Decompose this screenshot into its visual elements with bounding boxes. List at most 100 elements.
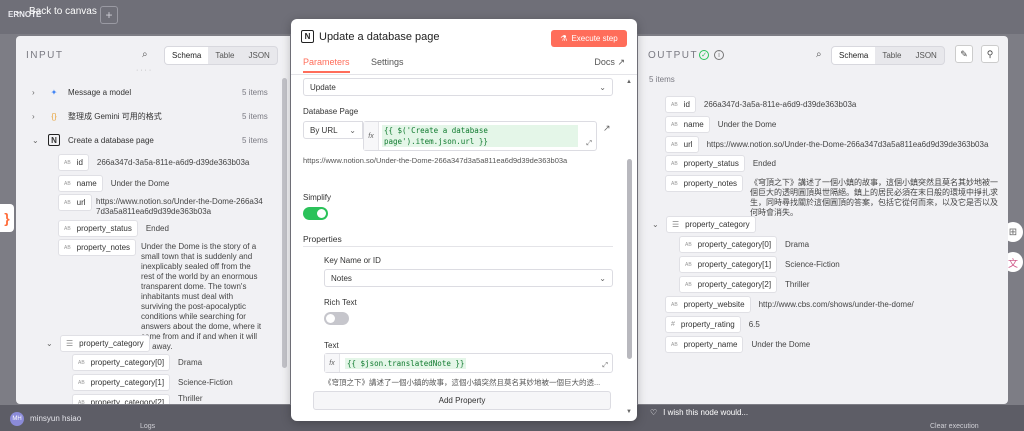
by-url-select[interactable]: By URL ⌄ xyxy=(303,121,363,139)
expression-code: {{ $('Create a database page').item.json… xyxy=(382,125,578,147)
schema-field-category-0[interactable]: AB property_category[0] Drama xyxy=(72,354,202,371)
modal-title[interactable]: Update a database page xyxy=(319,31,440,43)
pin-data-button[interactable]: ⚲ xyxy=(981,45,999,63)
operation-select[interactable]: Update ⌄ xyxy=(303,78,613,96)
docs-label: Docs xyxy=(594,57,615,67)
schema-field-category-2[interactable]: AB property_category[2] Thriller xyxy=(679,276,810,293)
info-icon[interactable]: i xyxy=(714,50,724,60)
field-key: property_notes xyxy=(683,179,738,188)
node-row-format[interactable]: › {} 整理成 Gemini 可用的格式 xyxy=(32,110,162,122)
execute-step-button[interactable]: ⚗ Execute step xyxy=(551,30,627,47)
node-row-message-model[interactable]: › ✦ Message a model xyxy=(32,86,131,98)
clear-execution-link[interactable]: Clear execution xyxy=(930,423,979,430)
key-name-value: Notes xyxy=(331,273,352,283)
node-count: 5 items xyxy=(242,112,268,121)
input-scrollbar[interactable] xyxy=(282,78,287,368)
avatar[interactable]: MH xyxy=(10,412,24,426)
schema-field-category-1[interactable]: AB property_category[1] Science-Fiction xyxy=(72,374,233,391)
field-key: name xyxy=(683,120,704,129)
pin-icon: ⚲ xyxy=(986,48,994,59)
field-key: property_website xyxy=(683,300,745,309)
modal-scrollbar[interactable]: ▲ ▼ xyxy=(626,79,632,419)
schema-field-notes[interactable]: AB property_notes xyxy=(665,175,744,192)
edit-output-button[interactable]: ✎ xyxy=(955,45,973,63)
field-key: property_notes xyxy=(76,243,131,252)
tab-table[interactable]: Table xyxy=(875,47,908,64)
schema-field-property-name[interactable]: AB property_name Under the Dome xyxy=(665,336,810,353)
schema-field-website[interactable]: AB property_website http://www.cbs.com/sh… xyxy=(665,296,914,313)
field-value: Drama xyxy=(785,240,810,249)
tab-json[interactable]: JSON xyxy=(241,47,276,64)
pencil-icon: ✎ xyxy=(960,48,968,59)
field-value: Under the Dome xyxy=(717,120,777,129)
operation-value: Update xyxy=(310,82,336,92)
field-value: 266a347d-3a5a-811e-a6d9-d39de363b03a xyxy=(703,100,857,109)
logs-label[interactable]: Logs xyxy=(140,423,155,430)
tab-schema[interactable]: Schema xyxy=(165,47,209,64)
search-icon[interactable]: ⌕ xyxy=(142,49,148,60)
feedback-link[interactable]: ♡ I wish this node would... xyxy=(650,408,748,417)
string-type-icon: AB xyxy=(64,159,71,166)
properties-label: Properties xyxy=(303,234,342,244)
database-page-expression[interactable]: fx {{ $('Create a database page').item.j… xyxy=(363,121,597,151)
schema-field-category-0[interactable]: AB property_category[0] Drama xyxy=(679,236,809,253)
curly-brace-icon: } xyxy=(4,210,10,226)
expand-icon[interactable]: ⤢ xyxy=(602,362,608,370)
field-key: property_category[2] xyxy=(697,280,772,289)
node-label: Message a model xyxy=(68,87,132,97)
simplify-toggle[interactable] xyxy=(303,207,328,220)
node-settings-modal: N Update a database page ⚗ Execute step … xyxy=(291,19,637,421)
tab-parameters[interactable]: Parameters xyxy=(303,57,350,73)
field-value: https://www.notion.so/Under-the-Dome-266… xyxy=(706,140,989,149)
translate-icon: 文 xyxy=(1008,258,1018,270)
expression-preview: https://www.notion.so/Under-the-Dome-266… xyxy=(303,156,568,165)
fx-icon: fx xyxy=(325,354,340,372)
docs-link[interactable]: Docs ↗ xyxy=(594,57,625,68)
back-to-canvas-link[interactable]: ← Back to canvas xyxy=(14,6,97,17)
add-tab-button[interactable]: + xyxy=(100,6,118,24)
schema-field-name[interactable]: AB name Under the Dome xyxy=(58,175,169,192)
schema-field-category[interactable]: ⌄ ☰ property_category xyxy=(652,216,756,233)
add-property-button[interactable]: Add Property xyxy=(313,391,611,410)
schema-field-category-2[interactable]: AB property_category[2] Thriller xyxy=(72,394,203,404)
schema-field-status[interactable]: AB property_status Ended xyxy=(58,220,169,237)
input-view-tabs: Schema Table JSON xyxy=(164,46,278,65)
schema-field-category[interactable]: ⌄ ☰ property_category xyxy=(46,335,150,352)
open-link-icon[interactable]: ↗ xyxy=(603,123,611,134)
tab-table[interactable]: Table xyxy=(208,47,241,64)
string-type-icon: AB xyxy=(671,101,678,108)
expression-toggle-button[interactable]: } xyxy=(0,204,14,232)
schema-field-category-1[interactable]: AB property_category[1] Science-Fiction xyxy=(679,256,840,273)
rich-text-toggle[interactable] xyxy=(324,312,349,325)
string-type-icon: AB xyxy=(64,225,71,232)
expression-code: {{ $json.translatedNote }} xyxy=(345,358,467,369)
key-name-select[interactable]: Notes ⌄ xyxy=(324,269,613,287)
key-name-label: Key Name or ID xyxy=(324,256,381,265)
output-title: OUTPUT xyxy=(648,50,699,61)
tab-settings[interactable]: Settings xyxy=(371,57,404,67)
text-label: Text xyxy=(324,341,339,350)
search-icon[interactable]: ⌕ xyxy=(816,49,822,60)
scroll-down-icon[interactable]: ▼ xyxy=(626,409,632,415)
scroll-up-icon[interactable]: ▲ xyxy=(626,79,632,85)
schema-field-id[interactable]: AB id 266a347d-3a5a-811e-a6d9-d39de363b03… xyxy=(665,96,856,113)
schema-field-notes[interactable]: AB property_notes xyxy=(58,239,137,256)
tab-json[interactable]: JSON xyxy=(908,47,943,64)
schema-field-name[interactable]: AB name Under the Dome xyxy=(665,116,776,133)
schema-field-rating[interactable]: # property_rating 6.5 xyxy=(665,316,760,333)
modal-scroll-thumb[interactable] xyxy=(627,159,632,359)
schema-field-url[interactable]: AB url https://www.notion.so/Under-the-Do… xyxy=(665,136,988,153)
string-type-icon: AB xyxy=(64,244,71,251)
node-row-create-page[interactable]: ⌄ N Create a database page xyxy=(32,134,154,146)
schema-field-status[interactable]: AB property_status Ended xyxy=(665,155,776,172)
schema-field-url[interactable]: AB url xyxy=(58,194,92,211)
expand-icon[interactable]: ⤢ xyxy=(586,140,592,148)
field-value: Ended xyxy=(145,224,169,233)
text-expression[interactable]: fx {{ $json.translatedNote }} ⤢ xyxy=(324,353,613,373)
input-panel: INPUT ⌕ Schema Table JSON · · · · › ✦ Me… xyxy=(16,36,290,404)
field-key: property_rating xyxy=(680,320,735,329)
schema-field-id[interactable]: AB id 266a347d-3a5a-811e-a6d9-d39de363b03… xyxy=(58,154,249,171)
field-key: property_status xyxy=(76,224,132,233)
field-value: Under the Dome xyxy=(110,179,170,188)
tab-schema[interactable]: Schema xyxy=(832,47,876,64)
